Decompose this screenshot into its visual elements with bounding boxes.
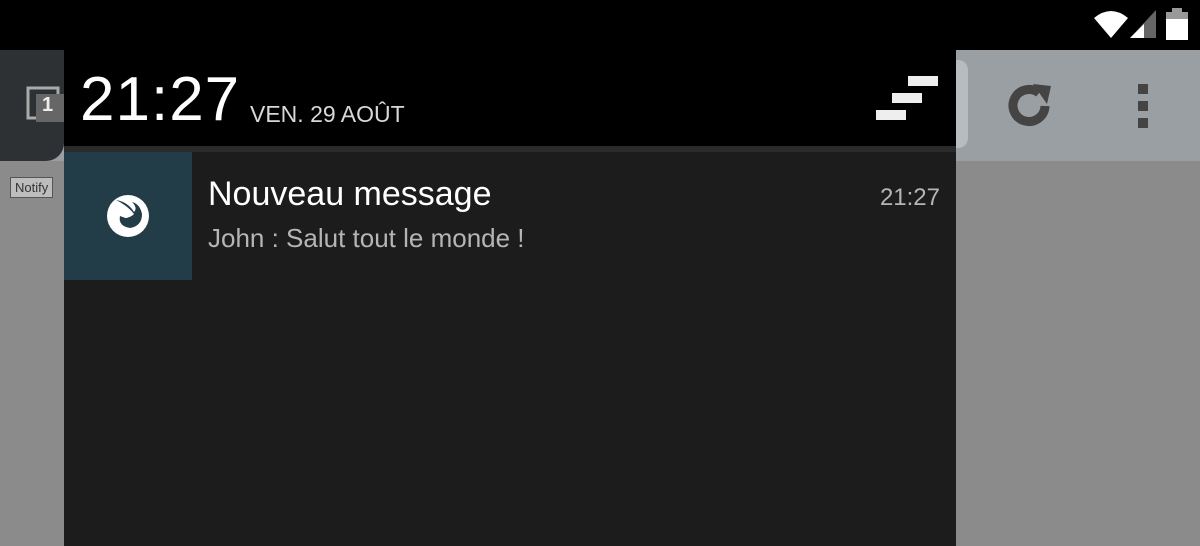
firefox-icon (104, 192, 152, 245)
tabs-button[interactable]: 1 (0, 50, 64, 161)
notification-item[interactable]: Nouveau message John : Salut tout le mon… (64, 152, 956, 280)
wifi-icon (1092, 8, 1130, 45)
notification-app-icon (64, 152, 192, 280)
overflow-menu-icon[interactable] (1136, 84, 1150, 133)
battery-icon (1164, 8, 1190, 47)
signal-icon (1128, 8, 1158, 45)
notify-button[interactable]: Notify (10, 177, 54, 198)
reload-icon[interactable] (1005, 80, 1057, 137)
notification-title: Nouveau message (208, 175, 492, 213)
tabs-count: 1 (42, 94, 54, 116)
status-bar (0, 0, 1200, 50)
notification-shade: 21:27 VEN. 29 AOÛT Nouveau message John … (64, 50, 956, 546)
notification-text: John : Salut tout le monde ! (208, 223, 525, 253)
notification-time: 21:27 (879, 184, 940, 211)
clear-all-icon (876, 76, 940, 130)
shade-header: 21:27 VEN. 29 AOÛT (64, 50, 956, 146)
date: VEN. 29 AOÛT (250, 101, 405, 127)
clear-all-button[interactable] (876, 76, 940, 126)
clock: 21:27 (80, 65, 241, 134)
